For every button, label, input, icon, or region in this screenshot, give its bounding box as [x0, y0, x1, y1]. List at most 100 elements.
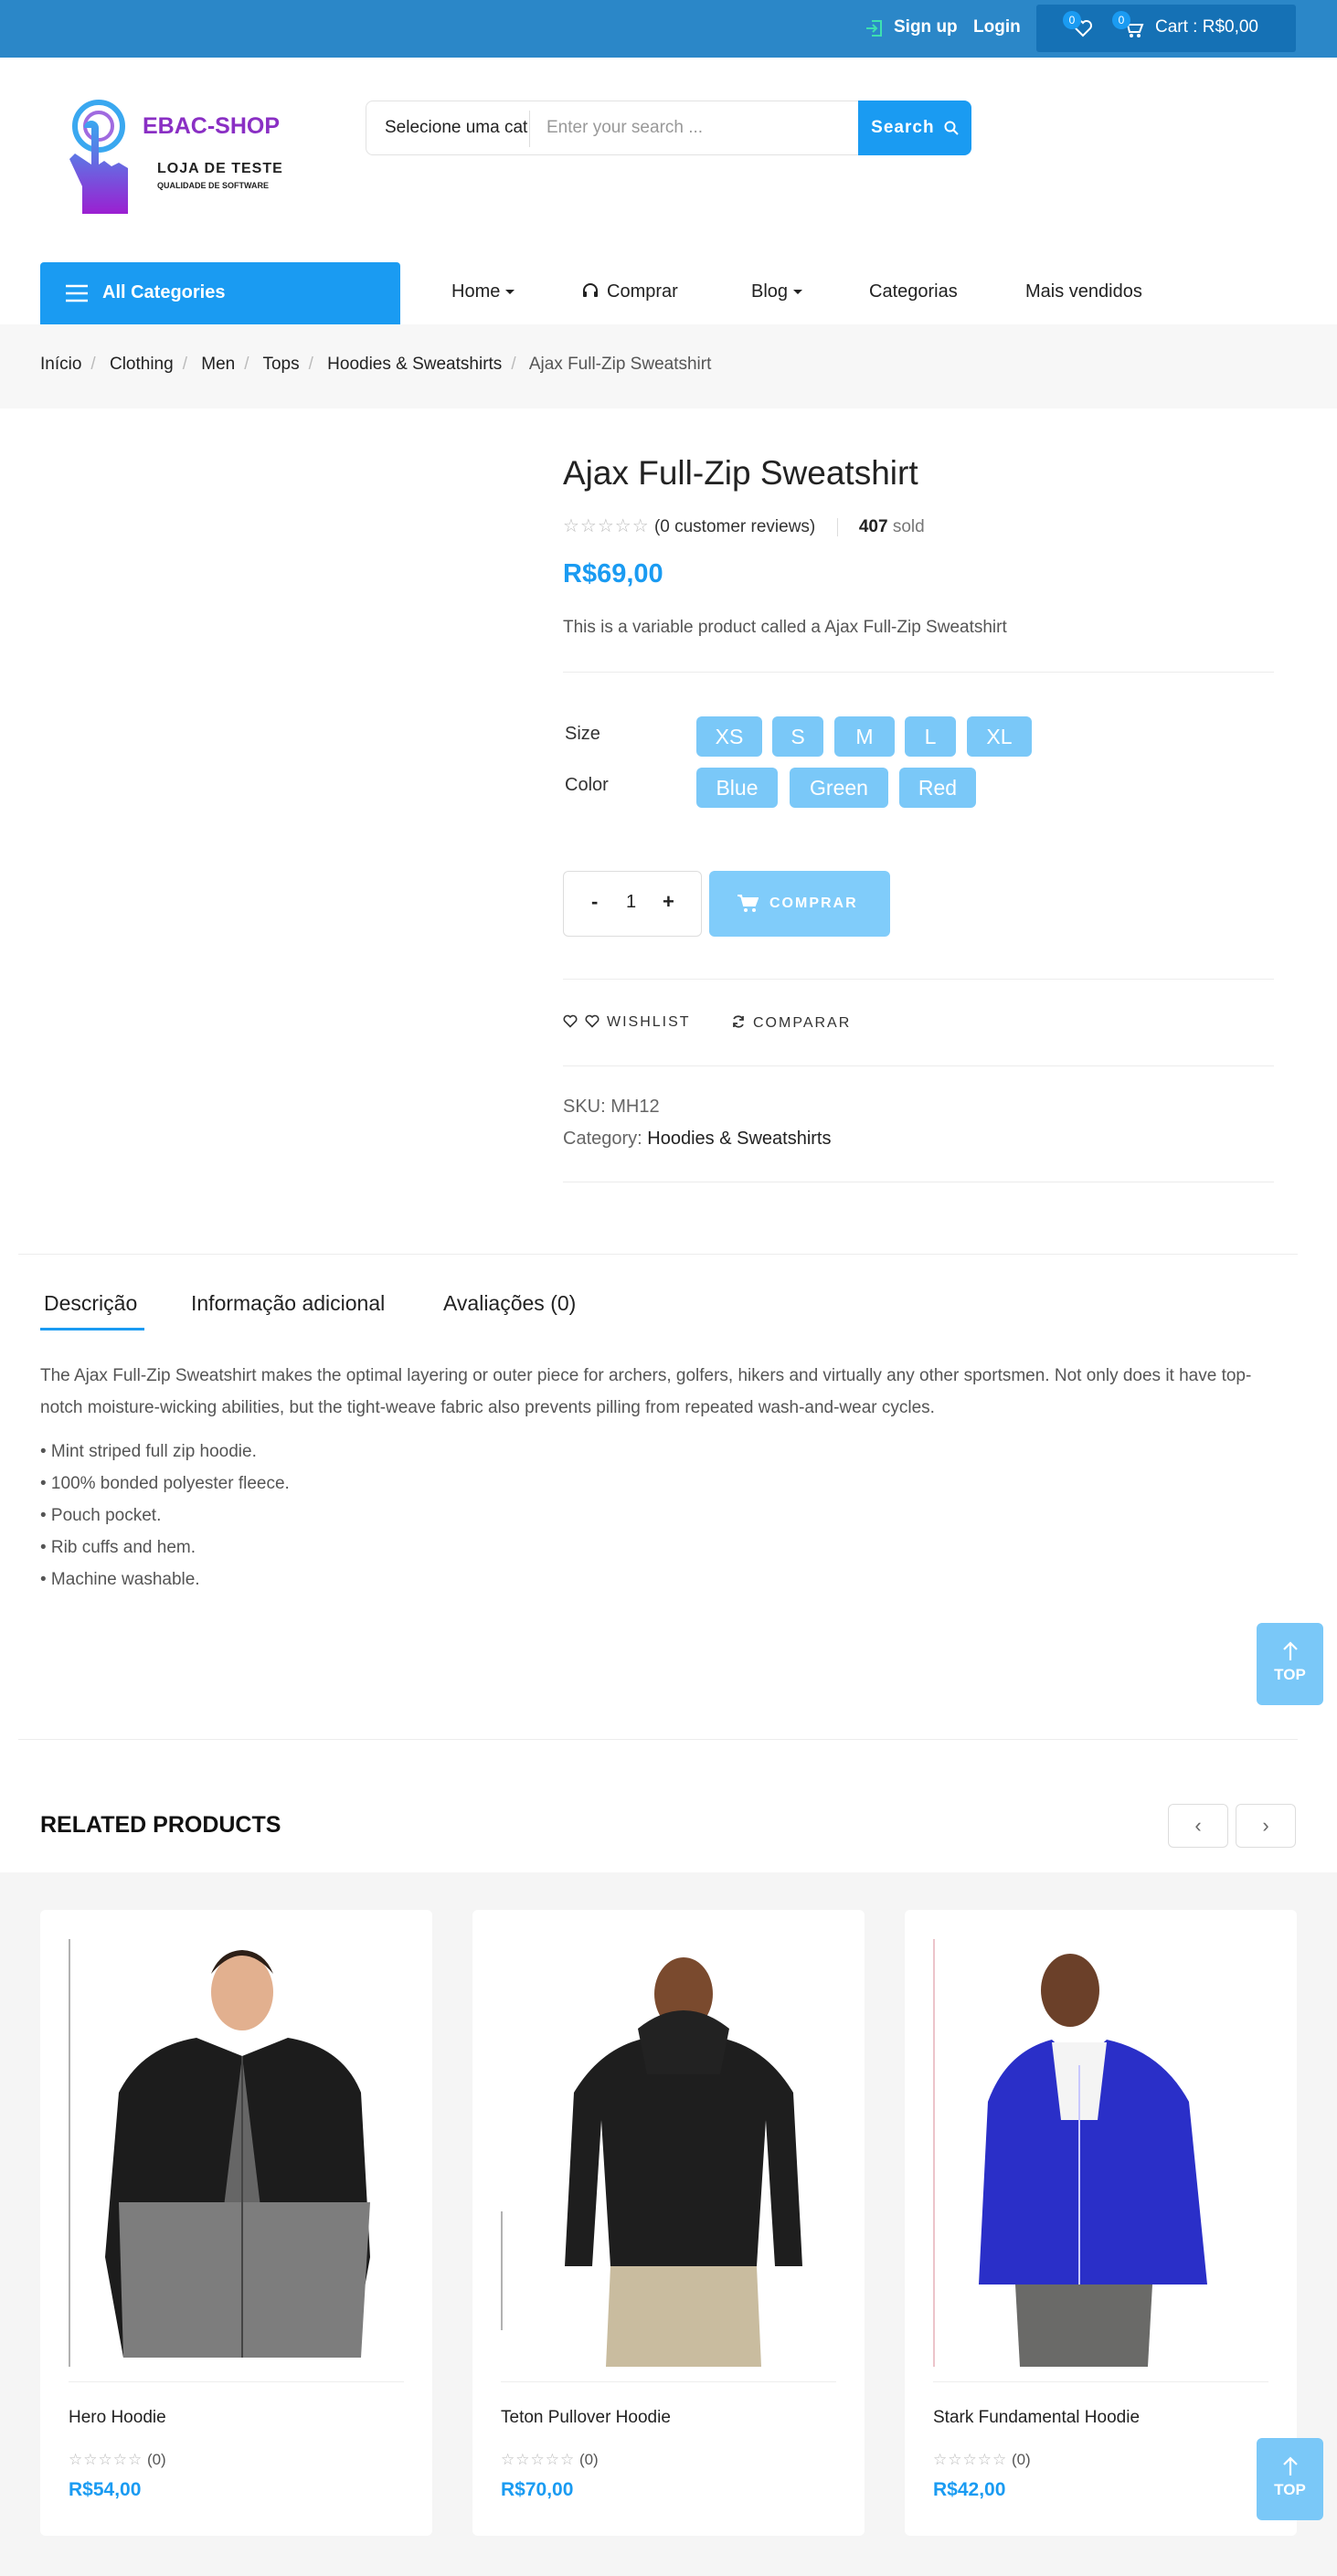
chevron-right-icon: ›: [1262, 1814, 1269, 1837]
product-category: Category: Hoodies & Sweatshirts: [563, 1129, 831, 1150]
back-to-top-label: TOP: [1274, 2481, 1306, 2498]
size-option-l[interactable]: L: [905, 716, 956, 757]
description-bullet: • Pouch pocket.: [40, 1506, 162, 1525]
product-card[interactable]: Teton Pullover Hoodie ☆☆☆☆☆ (0) R$70,00: [472, 1910, 865, 2536]
rating-stars-icon: ☆☆☆☆☆: [69, 2451, 143, 2468]
login-link[interactable]: Login: [973, 17, 1021, 37]
rating-count: (0): [1011, 2451, 1031, 2468]
nav-mais-vendidos[interactable]: Mais vendidos: [1025, 281, 1142, 302]
nav-comprar-label: Comprar: [607, 281, 678, 302]
color-option-blue[interactable]: Blue: [696, 768, 778, 808]
product-description: The Ajax Full-Zip Sweatshirt makes the o…: [40, 1366, 1252, 1417]
product-price: R$69,00: [563, 559, 663, 588]
rating-stars-icon: ☆☆☆☆☆: [501, 2451, 576, 2468]
nav-categorias[interactable]: Categorias: [869, 281, 958, 302]
wishlist-link[interactable]: WISHLIST: [563, 1014, 691, 1031]
breadcrumb-hoodies[interactable]: Hoodies & Sweatshirts: [327, 355, 502, 374]
search-button[interactable]: Search: [858, 101, 971, 155]
chevron-down-icon: [505, 290, 515, 295]
size-option-xl[interactable]: XL: [967, 716, 1032, 757]
logo-brand: EBAC-SHOP: [143, 113, 281, 139]
menu-icon: [66, 284, 88, 302]
divider: [563, 1065, 1274, 1066]
color-option-green[interactable]: Green: [790, 768, 888, 808]
breadcrumb-inicio[interactable]: Início: [40, 355, 81, 374]
search-bar: Selecione uma cat Search: [366, 101, 971, 155]
nav-blog[interactable]: Blog: [751, 281, 803, 302]
search-category-select[interactable]: Selecione uma cat: [385, 101, 527, 154]
logo-hand-icon: [69, 100, 128, 214]
card-divider: [933, 2381, 1268, 2382]
nav-blog-label: Blog: [751, 281, 789, 302]
back-to-top-button[interactable]: TOP: [1257, 1623, 1323, 1705]
back-to-top-label: TOP: [1274, 1666, 1306, 1683]
category-link[interactable]: Hoodies & Sweatshirts: [647, 1129, 831, 1149]
tab-descricao[interactable]: Descrição: [44, 1291, 137, 1316]
product-price: R$54,00: [69, 2479, 142, 2500]
back-to-top-button[interactable]: TOP: [1257, 2438, 1323, 2520]
product-short-description: This is a variable product called a Ajax…: [563, 618, 1007, 637]
logo-tagline: QUALIDADE DE SOFTWARE: [157, 181, 270, 190]
buy-button-label: COMPRAR: [769, 896, 858, 911]
breadcrumb-tops[interactable]: Tops: [262, 355, 299, 374]
product-card[interactable]: Stark Fundamental Hoodie ☆☆☆☆☆ (0) R$42,…: [905, 1910, 1297, 2536]
category-label: Category:: [563, 1129, 642, 1149]
qty-minus-button[interactable]: -: [591, 890, 598, 914]
color-label: Color: [565, 775, 609, 795]
signup-link[interactable]: Sign up: [894, 17, 958, 37]
breadcrumb-clothing[interactable]: Clothing: [110, 355, 174, 374]
description-bullet: • Machine washable.: [40, 1570, 200, 1589]
search-button-label: Search: [871, 118, 935, 137]
search-input[interactable]: [546, 101, 853, 154]
reviews-link[interactable]: (0 customer reviews): [654, 517, 815, 536]
compare-link[interactable]: COMPARAR: [731, 1014, 851, 1032]
buy-button[interactable]: COMPRAR: [709, 871, 890, 937]
color-option-red[interactable]: Red: [899, 768, 976, 808]
product-image[interactable]: [69, 1937, 404, 2367]
product-name[interactable]: Stark Fundamental Hoodie: [933, 2408, 1140, 2428]
active-tab-indicator: [40, 1328, 144, 1330]
site-logo[interactable]: EBAC-SHOP LOJA DE TESTE QUALIDADE DE SOF…: [55, 91, 302, 242]
nav-home[interactable]: Home: [451, 281, 515, 302]
carousel-prev-button[interactable]: ‹: [1168, 1804, 1228, 1848]
tab-informacao-adicional[interactable]: Informação adicional: [191, 1291, 385, 1316]
nav-comprar[interactable]: Comprar: [581, 281, 678, 302]
size-option-m[interactable]: M: [834, 716, 895, 757]
product-image[interactable]: [501, 1937, 836, 2367]
sold-label: sold: [892, 517, 925, 536]
breadcrumb-men[interactable]: Men: [201, 355, 235, 374]
qty-value[interactable]: 1: [626, 892, 636, 913]
size-option-xs[interactable]: XS: [696, 716, 762, 757]
all-categories-label: All Categories: [102, 282, 226, 302]
divider: [18, 1254, 1298, 1255]
product-card[interactable]: Hero Hoodie ☆☆☆☆☆ (0) R$54,00: [40, 1910, 432, 2536]
rating-stars-icon: ☆☆☆☆☆: [933, 2451, 1008, 2468]
product-name[interactable]: Hero Hoodie: [69, 2408, 166, 2428]
product-price: R$42,00: [933, 2479, 1006, 2500]
product-rating: ☆☆☆☆☆ (0): [501, 2451, 599, 2469]
breadcrumb-current: Ajax Full-Zip Sweatshirt: [528, 355, 712, 374]
divider: [563, 979, 1274, 980]
arrow-up-icon: [1282, 2456, 1298, 2475]
search-divider: [529, 111, 530, 147]
wishlist-label: WISHLIST: [607, 1014, 691, 1030]
product-name[interactable]: Teton Pullover Hoodie: [501, 2408, 671, 2428]
all-categories-button[interactable]: All Categories: [40, 262, 400, 324]
qty-plus-button[interactable]: +: [663, 890, 674, 914]
tab-avaliacoes[interactable]: Avaliações (0): [443, 1291, 576, 1316]
sold-count: 407: [858, 517, 888, 536]
nav-mais-vendidos-label: Mais vendidos: [1025, 281, 1142, 302]
size-option-s[interactable]: S: [772, 716, 823, 757]
product-rating: ☆☆☆☆☆ (0): [933, 2451, 1031, 2469]
rating-divider: [836, 517, 838, 536]
refresh-icon: [733, 1015, 744, 1028]
product-image[interactable]: [933, 1937, 1268, 2367]
nav-categorias-label: Categorias: [869, 281, 958, 302]
carousel-next-button[interactable]: ›: [1236, 1804, 1296, 1848]
rating-count: (0): [146, 2451, 166, 2468]
sku-value: MH12: [610, 1097, 660, 1117]
cart-box[interactable]: 0 0 Cart : R$0,00: [1036, 5, 1296, 52]
rating-stars-icon: ☆☆☆☆☆: [563, 516, 650, 536]
wishlist-count-badge: 0: [1063, 11, 1081, 29]
cart-total[interactable]: Cart : R$0,00: [1155, 17, 1258, 37]
